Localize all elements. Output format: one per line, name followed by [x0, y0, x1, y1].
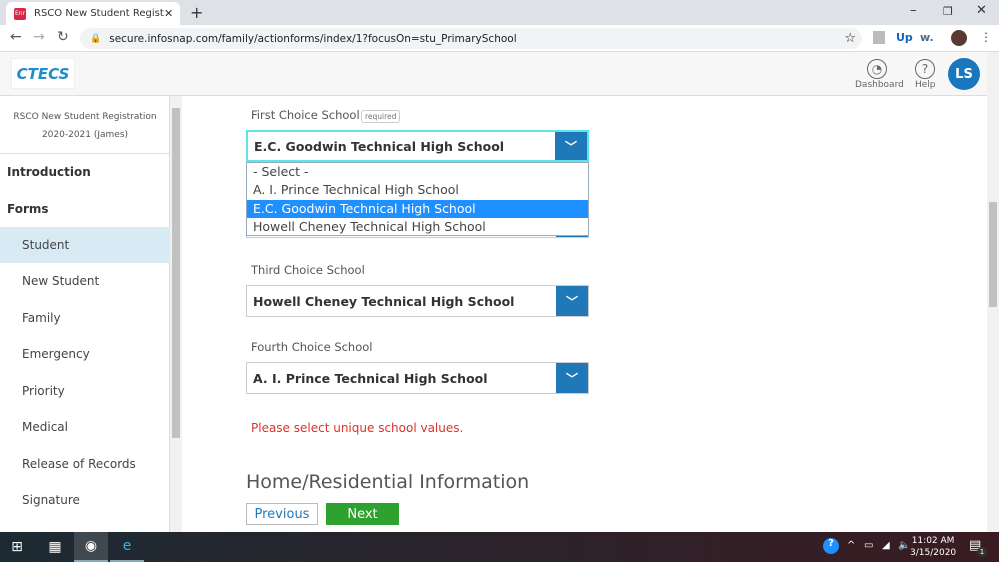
help-icon[interactable]: ? — [915, 59, 935, 79]
dropdown-option[interactable]: - Select - — [247, 163, 588, 181]
app-header — [0, 52, 987, 96]
help-link[interactable]: Help — [915, 80, 936, 90]
address-bar[interactable]: 🔒 secure.infosnap.com/family/actionforms… — [80, 28, 862, 49]
notification-count: 1 — [977, 547, 987, 557]
chevron-up-icon[interactable]: ^ — [847, 540, 855, 551]
up-extension-icon[interactable]: Up — [896, 31, 913, 44]
dashboard-link[interactable]: Dashboard — [855, 80, 904, 90]
battery-icon[interactable]: ▭ — [864, 540, 873, 551]
page-scrollbar[interactable] — [987, 52, 999, 532]
bookmark-star-icon[interactable]: ☆ — [844, 31, 856, 46]
back-icon[interactable]: ← — [10, 29, 22, 45]
sidebar-item-new-student[interactable]: New Student — [0, 263, 170, 299]
sidebar-item-emergency[interactable]: Emergency — [0, 336, 170, 372]
minimize-icon[interactable]: – — [910, 3, 917, 18]
ctecs-logo[interactable]: CTECS — [11, 58, 75, 89]
first-choice-label: First Choice School — [251, 108, 360, 122]
sidebar-item-medical[interactable]: Medical — [0, 409, 170, 445]
help-tray-icon[interactable]: ? — [823, 538, 839, 554]
sidebar-item-release-of-records[interactable]: Release of Records — [0, 446, 170, 482]
close-window-icon[interactable]: ✕ — [976, 3, 987, 18]
chevron-down-icon[interactable]: ﹀ — [556, 363, 588, 393]
dropdown-option[interactable]: A. I. Prince Technical High School — [247, 181, 588, 199]
third-choice-value: Howell Cheney Technical High School — [253, 293, 515, 309]
dropdown-option[interactable]: Howell Cheney Technical High School — [247, 218, 588, 236]
volume-icon[interactable]: 🔈 — [898, 540, 910, 551]
wifi-icon[interactable]: ◢ — [882, 540, 890, 551]
next-button[interactable]: Next — [326, 503, 399, 525]
first-choice-value: E.C. Goodwin Technical High School — [254, 138, 505, 154]
chrome-icon[interactable]: ◉ — [74, 532, 108, 562]
chevron-down-icon[interactable]: ﹀ — [556, 286, 588, 316]
clock[interactable]: 11:02 AM 3/15/2020 — [910, 535, 956, 559]
time: 11:02 AM — [911, 536, 955, 546]
browser-tab[interactable]: Enr RSCO New Student Registration 2 ✕ — [6, 2, 180, 25]
dropdown-option-selected[interactable]: E.C. Goodwin Technical High School — [247, 199, 588, 218]
sidebar-forms[interactable]: Forms — [7, 202, 49, 216]
w-extension-icon[interactable]: w. — [920, 31, 934, 44]
ext-icon[interactable] — [873, 31, 885, 44]
sidebar-item-student[interactable]: Student — [0, 227, 170, 263]
first-choice-dropdown[interactable]: - Select - A. I. Prince Technical High S… — [246, 162, 589, 236]
menu-icon[interactable]: ⋮ — [980, 30, 992, 44]
divider — [0, 153, 170, 154]
third-choice-select[interactable]: Howell Cheney Technical High School ﹀ — [246, 285, 589, 317]
date: 3/15/2020 — [910, 548, 957, 558]
profile-avatar[interactable] — [951, 30, 967, 46]
chevron-down-icon[interactable]: ﹀ — [555, 132, 587, 160]
error-message: Please select unique school values. — [251, 421, 464, 435]
calculator-icon[interactable]: ▦ — [38, 532, 72, 562]
user-avatar[interactable]: LS — [948, 58, 980, 90]
fourth-choice-select[interactable]: A. I. Prince Technical High School ﹀ — [246, 362, 589, 394]
fourth-choice-label: Fourth Choice School — [251, 340, 373, 354]
section-heading: Home/Residential Information — [246, 471, 530, 493]
sidebar-introduction[interactable]: Introduction — [7, 165, 91, 179]
registration-title: RSCO New Student Registration 2020-2021 … — [13, 112, 157, 140]
tab-title: RSCO New Student Registration 2 — [34, 8, 164, 19]
first-choice-select[interactable]: E.C. Goodwin Technical High School ﹀ — [246, 130, 589, 162]
close-tab-icon[interactable]: ✕ — [164, 7, 180, 20]
sidebar-item-family[interactable]: Family — [0, 300, 170, 336]
required-badge: required — [361, 110, 401, 123]
sidebar-scrollbar[interactable] — [170, 96, 182, 532]
sidebar-item-priority[interactable]: Priority — [0, 373, 170, 409]
reload-icon[interactable]: ↻ — [57, 29, 69, 45]
fourth-choice-value: A. I. Prince Technical High School — [253, 370, 488, 386]
edge-icon[interactable]: e — [110, 532, 144, 562]
dashboard-icon[interactable]: ◔ — [867, 59, 887, 79]
windows-start-icon[interactable]: ⊞ — [0, 532, 34, 562]
third-choice-label: Third Choice School — [251, 263, 365, 277]
sidebar-item-signature[interactable]: Signature — [0, 482, 170, 518]
favicon: Enr — [14, 7, 26, 20]
url-text: secure.infosnap.com/family/actionforms/i… — [109, 32, 517, 45]
restore-icon[interactable]: ❐ — [943, 5, 953, 18]
lock-icon: 🔒 — [90, 33, 102, 44]
previous-button[interactable]: Previous — [246, 503, 318, 525]
new-tab-button[interactable]: + — [190, 3, 203, 22]
forward-icon[interactable]: → — [33, 29, 45, 45]
